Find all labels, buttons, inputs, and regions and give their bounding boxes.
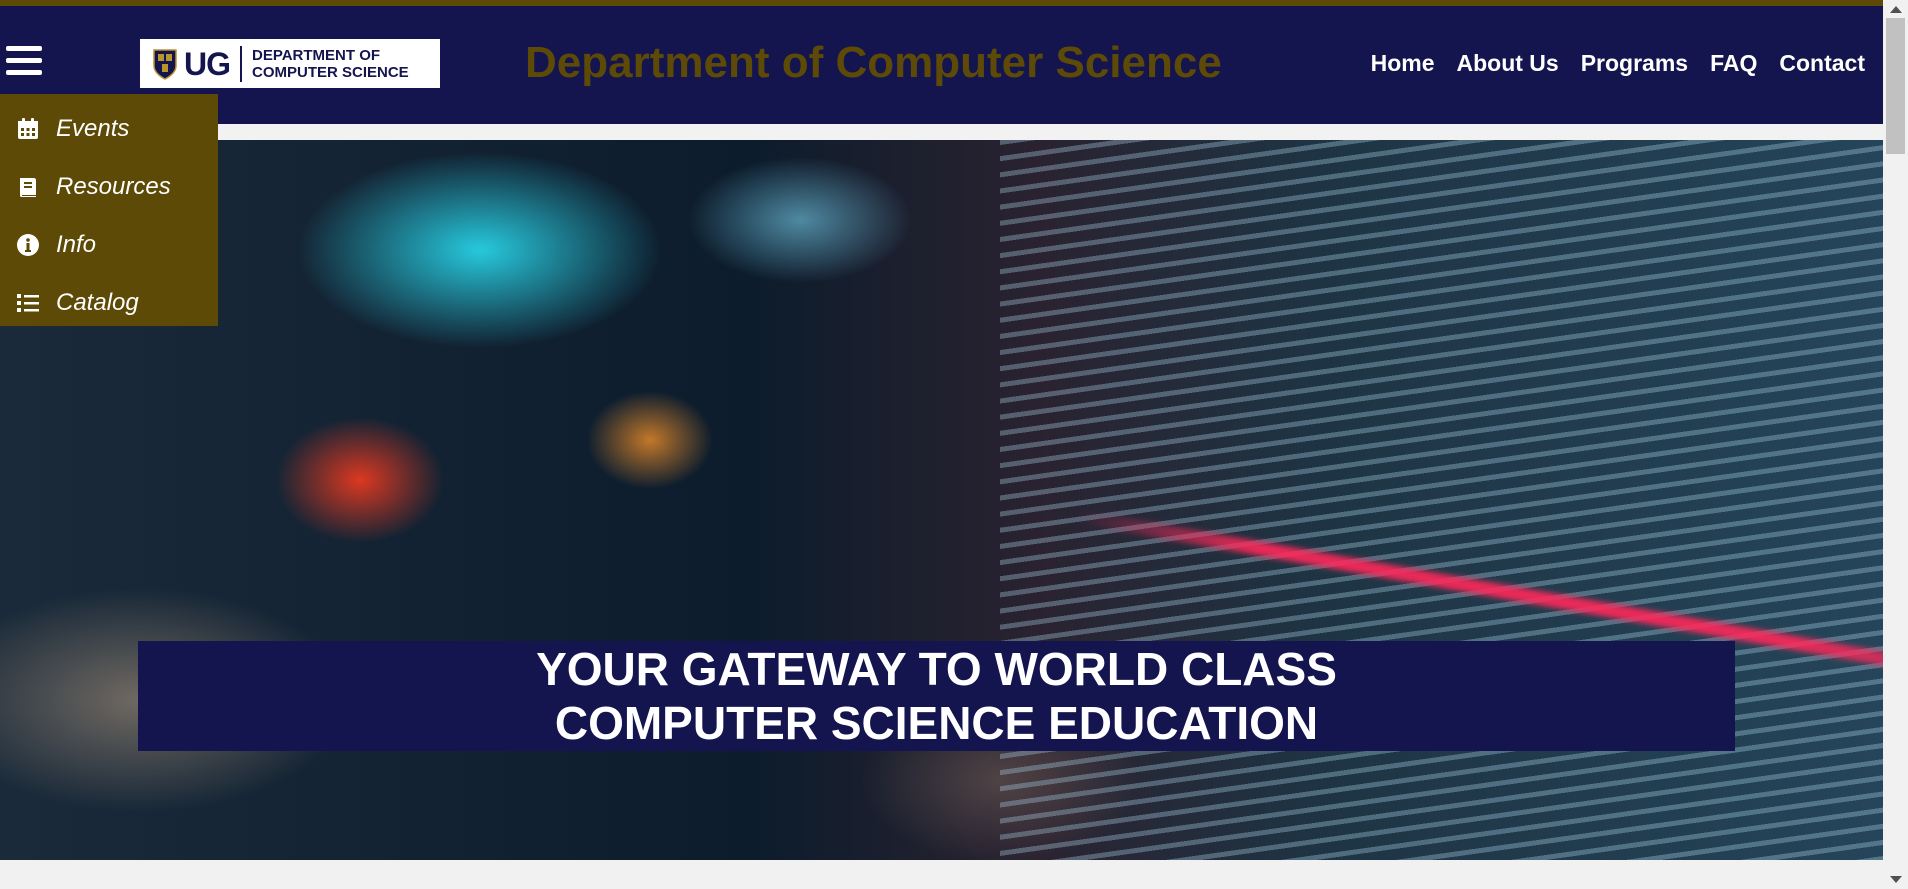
sidebar-item-events[interactable]: Events xyxy=(0,100,218,158)
nav-contact[interactable]: Contact xyxy=(1779,50,1865,77)
logo-line-2: COMPUTER SCIENCE xyxy=(252,63,409,81)
top-navigation: Home About Us Programs FAQ Contact xyxy=(1371,50,1865,77)
site-header: UG DEPARTMENT OF COMPUTER SCIENCE Depart… xyxy=(0,6,1883,124)
hero-banner: YOUR GATEWAY TO WORLD CLASS COMPUTER SCI… xyxy=(138,641,1735,751)
page-title: Department of Computer Science xyxy=(525,38,1222,87)
department-logo[interactable]: UG DEPARTMENT OF COMPUTER SCIENCE xyxy=(140,39,440,88)
list-icon xyxy=(17,294,39,312)
sidebar-item-info[interactable]: Info xyxy=(0,216,218,274)
vertical-scrollbar[interactable] xyxy=(1883,0,1908,889)
sidebar-item-label: Catalog xyxy=(56,289,139,316)
sidebar-item-label: Info xyxy=(56,231,97,258)
logo-department-text: DEPARTMENT OF COMPUTER SCIENCE xyxy=(252,47,432,81)
header-divider xyxy=(0,124,1883,140)
sidebar-item-label: Events xyxy=(56,115,130,142)
hero-headline-line-2: COMPUTER SCIENCE EDUCATION xyxy=(554,697,1319,749)
book-icon xyxy=(20,178,36,197)
page-bottom-edge xyxy=(0,860,1883,889)
hero-image xyxy=(0,140,1883,860)
page: UG DEPARTMENT OF COMPUTER SCIENCE Depart… xyxy=(0,0,1908,889)
hamburger-menu-icon[interactable] xyxy=(6,46,42,78)
logo-ug-text: UG xyxy=(184,45,242,82)
sidebar-item-catalog[interactable]: Catalog xyxy=(0,274,218,332)
nav-faq[interactable]: FAQ xyxy=(1710,50,1757,77)
sidebar-item-resources[interactable]: Resources xyxy=(0,158,218,216)
scroll-thumb[interactable] xyxy=(1886,18,1905,154)
logo-line-1: DEPARTMENT OF xyxy=(252,46,381,64)
info-circle-icon xyxy=(17,234,39,256)
scroll-up-arrow-icon[interactable] xyxy=(1890,6,1902,13)
nav-home[interactable]: Home xyxy=(1371,50,1435,77)
nav-programs[interactable]: Programs xyxy=(1581,50,1688,77)
hero-headline-line-1: YOUR GATEWAY TO WORLD CLASS xyxy=(536,643,1337,695)
university-crest-icon xyxy=(153,48,177,80)
sidebar-item-label: Resources xyxy=(56,173,171,200)
calendar-icon xyxy=(18,118,38,139)
hero-code-lines xyxy=(1000,140,1883,860)
nav-about-us[interactable]: About Us xyxy=(1457,50,1559,77)
scroll-down-arrow-icon[interactable] xyxy=(1890,876,1902,883)
side-menu: Events Resources Info Catalog xyxy=(0,94,218,326)
